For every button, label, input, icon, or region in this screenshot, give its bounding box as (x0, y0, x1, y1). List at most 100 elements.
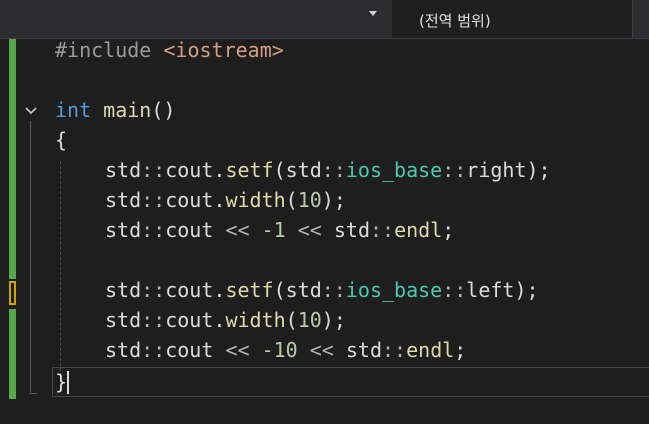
punctuation: ( (273, 278, 286, 302)
scope-operator: :: (382, 338, 407, 362)
code-line-1[interactable]: #include <iostream> (55, 35, 284, 65)
namespace: std (285, 278, 322, 302)
preprocessor-directive: #include (55, 38, 152, 62)
punctuation: ); (514, 278, 539, 302)
punctuation: ( (285, 188, 298, 212)
open-brace: { (55, 128, 68, 152)
function-name: endl (394, 218, 443, 242)
stream-operator: << (297, 218, 322, 242)
punctuation: ); (321, 308, 346, 332)
punctuation: ); (526, 158, 551, 182)
number-literal: -1 (261, 218, 286, 242)
punctuation: . (213, 158, 226, 182)
code-line-11[interactable]: std::cout << -10 << std::endl; (55, 335, 466, 365)
stream-operator: << (225, 218, 250, 242)
identifier: left (466, 278, 515, 302)
identifier: cout (165, 218, 214, 242)
scope-dropdown[interactable]: (전역 범위) (392, 0, 632, 38)
punctuation: ); (321, 188, 346, 212)
number-literal: 10 (297, 308, 322, 332)
change-indicator-unsaved (9, 281, 16, 305)
function-name: endl (406, 338, 455, 362)
namespace: std (105, 218, 142, 242)
scope-operator: :: (141, 338, 166, 362)
namespace: std (105, 308, 142, 332)
function-name: main (103, 98, 152, 122)
punctuation: ; (454, 338, 467, 362)
scope-label: (전역 범위) (419, 12, 491, 30)
code-line-9[interactable]: std::cout.setf(std::ios_base::left); (55, 275, 539, 305)
code-line-10[interactable]: std::cout.width(10); (55, 305, 346, 335)
identifier: cout (165, 188, 214, 212)
function-name: width (225, 308, 286, 332)
current-line-highlight (52, 367, 649, 397)
function-name: setf (225, 158, 274, 182)
scope-operator: :: (442, 278, 467, 302)
punctuation: . (213, 308, 226, 332)
punctuation: . (213, 278, 226, 302)
type-name: ios_base (345, 158, 443, 182)
code-line-12[interactable]: } (55, 367, 67, 397)
code-line-5[interactable]: std::cout.setf(std::ios_base::right); (55, 155, 551, 185)
punctuation: ( (285, 308, 298, 332)
number-literal: 10 (297, 188, 322, 212)
number-literal: -10 (261, 338, 298, 362)
namespace: std (105, 188, 142, 212)
scope-operator: :: (141, 278, 166, 302)
code-line-3[interactable]: int main() (55, 95, 175, 125)
punctuation: . (213, 188, 226, 212)
function-name: setf (225, 278, 274, 302)
scope-operator: :: (321, 158, 346, 182)
punctuation: ; (442, 218, 455, 242)
change-indicator-saved (9, 309, 16, 399)
navigation-bar: (전역 범위) (0, 0, 649, 39)
text-caret (67, 371, 69, 394)
punctuation: () (151, 98, 176, 122)
namespace: std (333, 218, 370, 242)
code-editor[interactable]: #include <iostream> int main() { std::co… (0, 38, 649, 424)
identifier: cout (165, 338, 214, 362)
scope-operator: :: (141, 218, 166, 242)
scope-operator: :: (369, 218, 395, 242)
chevron-down-icon[interactable] (369, 11, 377, 16)
punctuation: ( (273, 158, 286, 182)
scope-operator: :: (321, 278, 346, 302)
stream-operator: << (225, 338, 250, 362)
function-name: width (225, 188, 286, 212)
type-name: ios_base (345, 278, 443, 302)
namespace: std (285, 158, 322, 182)
code-line-4[interactable]: { (55, 125, 67, 155)
namespace: std (105, 158, 142, 182)
scope-operator: :: (141, 188, 166, 212)
change-indicator-saved (9, 39, 16, 279)
keyword: int (55, 98, 92, 122)
namespace: std (105, 278, 142, 302)
code-line-7[interactable]: std::cout << -1 << std::endl; (55, 215, 454, 245)
fold-rail (30, 121, 31, 393)
scope-dropdown-edge (632, 0, 649, 38)
scope-operator: :: (442, 158, 467, 182)
namespace: std (105, 338, 142, 362)
identifier: cout (165, 278, 214, 302)
stream-operator: << (309, 338, 334, 362)
namespace: std (345, 338, 383, 362)
collapse-chevron-icon[interactable] (24, 105, 38, 117)
scope-operator: :: (141, 158, 166, 182)
identifier: right (466, 158, 527, 182)
close-brace: } (55, 370, 68, 394)
code-line-6[interactable]: std::cout.width(10); (55, 185, 346, 215)
fold-end-marker (30, 393, 37, 394)
scope-operator: :: (141, 308, 166, 332)
include-path: <iostream> (163, 38, 284, 62)
identifier: cout (165, 308, 214, 332)
